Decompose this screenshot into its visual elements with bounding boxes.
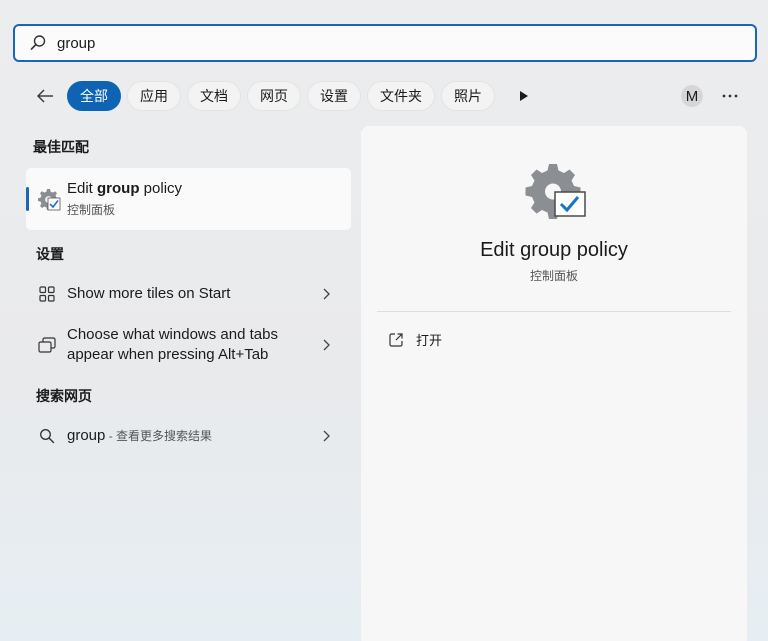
- filter-folders[interactable]: 文件夹: [367, 81, 435, 111]
- detail-panel: Edit group policy 控制面板 打开: [361, 126, 747, 641]
- search-input[interactable]: [57, 34, 657, 52]
- best-match-result[interactable]: Edit group policy 控制面板: [26, 168, 351, 230]
- open-action-label: 打开: [416, 333, 443, 348]
- filter-all[interactable]: 全部: [67, 81, 121, 111]
- chevron-right-icon: [318, 428, 334, 444]
- filter-documents[interactable]: 文档: [187, 81, 241, 111]
- search-box[interactable]: [13, 24, 757, 62]
- settings-result-alt-tab-label: Choose what windows and tabs appear when …: [67, 326, 278, 363]
- chevron-right-icon: [318, 337, 334, 353]
- more-options-button[interactable]: [720, 86, 740, 106]
- tiles-icon: [37, 284, 57, 304]
- filter-settings[interactable]: 设置: [307, 81, 361, 111]
- detail-subtitle: 控制面板: [529, 269, 578, 283]
- search-icon: [37, 426, 57, 446]
- settings-result-tiles-label: Show more tiles on Start: [67, 285, 231, 302]
- settings-result-alt-tab[interactable]: Choose what windows and tabs appear when …: [26, 325, 351, 365]
- arrow-left-icon: [37, 89, 53, 103]
- selection-indicator: [26, 187, 29, 211]
- open-external-icon: [388, 332, 404, 348]
- detail-title: Edit group policy: [480, 239, 628, 261]
- best-match-subtitle: 控制面板: [67, 203, 116, 217]
- web-search-label: group - 查看更多搜索结果: [67, 427, 213, 444]
- divider: [377, 311, 731, 312]
- search-icon: [29, 34, 47, 52]
- ellipsis-icon: [722, 94, 738, 98]
- open-action[interactable]: 打开: [388, 330, 442, 349]
- settings-result-tiles[interactable]: Show more tiles on Start: [26, 283, 351, 305]
- filter-apps[interactable]: 应用: [127, 81, 181, 111]
- best-match-title: Edit group policy: [67, 180, 183, 197]
- web-search-result[interactable]: group - 查看更多搜索结果: [26, 425, 351, 447]
- play-icon: [520, 91, 528, 101]
- control-panel-gear-icon: [38, 189, 61, 211]
- account-avatar[interactable]: M: [681, 85, 703, 107]
- chevron-right-icon: [318, 286, 334, 302]
- web-search-heading: 搜索网页: [36, 388, 92, 404]
- filter-web[interactable]: 网页: [247, 81, 301, 111]
- back-button[interactable]: [30, 81, 60, 111]
- settings-heading: 设置: [36, 246, 64, 262]
- filter-photos[interactable]: 照片: [441, 81, 495, 111]
- more-filters-button[interactable]: [509, 81, 539, 111]
- control-panel-gear-icon: [525, 164, 586, 219]
- filter-bar: 全部 应用 文档 网页 设置 文件夹 照片: [30, 80, 750, 112]
- best-match-heading: 最佳匹配: [33, 139, 89, 155]
- windows-tabs-icon: [37, 335, 57, 355]
